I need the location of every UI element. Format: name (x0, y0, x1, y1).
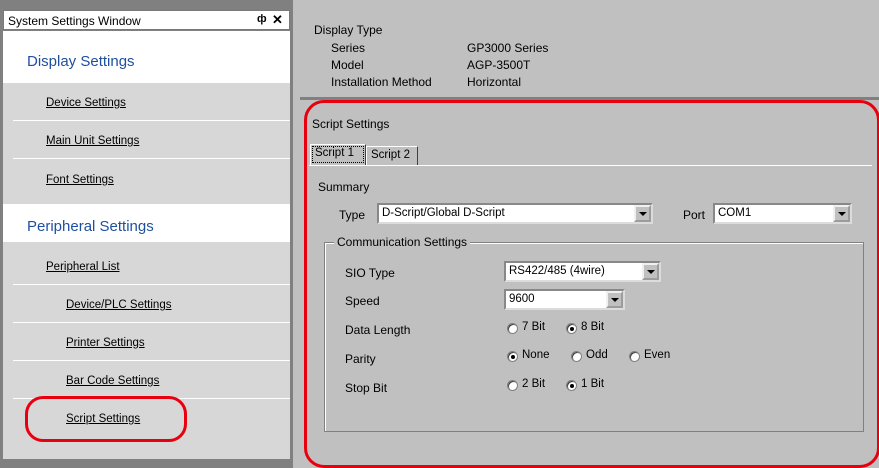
installation-method-value: Horizontal (467, 75, 522, 89)
nav-peripheral-list[interactable]: Peripheral List (46, 261, 120, 273)
display-settings-header: Display Settings (3, 31, 290, 83)
series-value: GP3000 Series (467, 41, 549, 55)
divider (13, 120, 290, 121)
divider (13, 284, 290, 285)
nav-device-plc-settings[interactable]: Device/PLC Settings (66, 299, 171, 311)
divider (13, 322, 290, 323)
peripheral-settings-header: Peripheral Settings (3, 204, 290, 242)
close-icon[interactable]: ✕ (272, 12, 283, 28)
nav-font-settings[interactable]: Font Settings (46, 174, 114, 186)
model-label: Model (331, 58, 364, 72)
divider (13, 360, 290, 361)
divider (13, 158, 290, 159)
settings-nav: Display Settings Device Settings Main Un… (3, 31, 290, 459)
panel-title: System Settings Window (8, 14, 141, 28)
peripheral-settings-heading: Peripheral Settings (27, 218, 154, 235)
highlight-script-settings-nav (25, 396, 187, 442)
display-settings-heading: Display Settings (27, 53, 135, 70)
nav-bar-code-settings[interactable]: Bar Code Settings (66, 375, 159, 387)
display-type-heading: Display Type (314, 23, 383, 37)
nav-printer-settings[interactable]: Printer Settings (66, 337, 145, 349)
nav-main-unit-settings[interactable]: Main Unit Settings (46, 135, 139, 147)
pin-icon[interactable]: ф (257, 13, 267, 25)
highlight-script-settings-panel (304, 100, 879, 468)
installation-method-label: Installation Method (331, 75, 432, 89)
series-label: Series (331, 41, 366, 55)
panel-title-bar: System Settings Window ф ✕ (3, 10, 290, 30)
model-value: AGP-3500T (467, 58, 531, 72)
nav-device-settings[interactable]: Device Settings (46, 97, 126, 109)
